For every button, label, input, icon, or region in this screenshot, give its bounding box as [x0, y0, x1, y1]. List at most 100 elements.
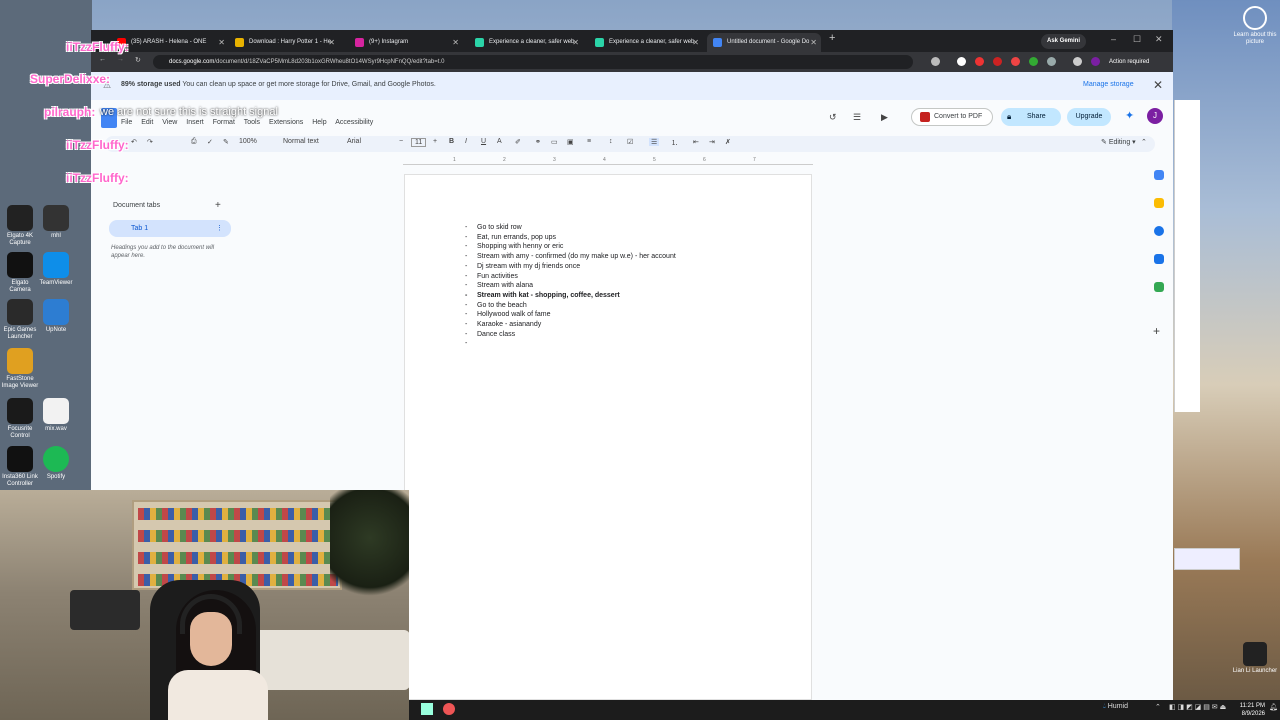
list-item[interactable]: Karaoke - asianandy — [465, 320, 676, 330]
manage-storage-link[interactable]: Manage storage — [1083, 81, 1134, 88]
zoom-select[interactable]: 100% — [239, 138, 257, 145]
menu-format[interactable]: Format — [213, 119, 235, 126]
learn-picture-icon[interactable]: Learn about this picture — [1230, 6, 1280, 46]
tab-1-item[interactable]: Tab 1 ⋮ — [109, 220, 231, 237]
elgato-4k-icon[interactable]: Elgato 4K Capture — [0, 205, 40, 247]
close-icon[interactable]: ✕ — [692, 33, 699, 52]
editing-mode-select[interactable]: ✎ Editing ▾ — [1101, 138, 1136, 146]
menu-tools[interactable]: Tools — [244, 119, 260, 126]
tray-icons[interactable]: ◧ ◨ ◩ ◪ ▤ ✉ ⏏ — [1169, 703, 1226, 711]
image-icon[interactable]: ▣ — [567, 138, 574, 146]
mhl-icon[interactable]: mhl — [36, 205, 76, 240]
upnote-icon[interactable]: UpNote — [36, 299, 76, 334]
minimize-button[interactable]: – — [1111, 34, 1116, 44]
list-item[interactable]: Go to the beach — [465, 301, 676, 311]
more-options-icon[interactable]: ⋮ — [216, 220, 223, 237]
tab-web-1[interactable]: Experience a cleaner, safer web ✕ — [469, 33, 583, 52]
add-addon-icon[interactable]: + — [1153, 324, 1160, 338]
extension-green-icon[interactable] — [1029, 57, 1038, 66]
close-icon[interactable]: ✕ — [810, 33, 817, 52]
spotify-icon[interactable]: Spotify — [36, 446, 76, 481]
tab-web-2[interactable]: Experience a cleaner, safer web ✕ — [589, 33, 703, 52]
increase-size-icon[interactable]: + — [433, 138, 437, 145]
keep-icon[interactable] — [1154, 198, 1164, 208]
menu-insert[interactable]: Insert — [186, 119, 204, 126]
list-item[interactable]: Eat, run errands, pop ups — [465, 233, 676, 243]
lian-li-icon[interactable]: Lian Li Launcher — [1230, 642, 1280, 675]
weather-widget[interactable]: 💧︎ Humid — [1103, 703, 1128, 711]
extension-record-icon[interactable] — [993, 57, 1002, 66]
tray-chevron-icon[interactable]: ⌃ — [1155, 703, 1161, 711]
bold-icon[interactable]: B — [449, 138, 454, 145]
document-page[interactable]: Go to skid row Eat, run errands, pop ups… — [404, 174, 812, 700]
avatar[interactable]: J — [1147, 108, 1163, 124]
increase-indent-icon[interactable]: ⇥ — [709, 138, 715, 146]
profile-icon[interactable] — [1091, 57, 1100, 66]
bullet-list-icon[interactable]: ☰ — [649, 138, 660, 146]
upgrade-button[interactable]: Upgrade — [1067, 108, 1111, 126]
close-icon[interactable]: ✕ — [218, 33, 225, 52]
italic-icon[interactable]: I — [465, 138, 467, 145]
elgato-camera-icon[interactable]: Elgato Camera — [0, 252, 40, 294]
new-tab-button[interactable]: + — [829, 32, 835, 44]
bookmark-icon[interactable] — [931, 57, 940, 66]
list-item[interactable]: Dj stream with my dj friends once — [465, 262, 676, 272]
wav-file-icon[interactable]: mix.wav — [36, 398, 76, 433]
decrease-indent-icon[interactable]: ⇤ — [693, 138, 699, 146]
focusrite-icon[interactable]: Focusrite Control — [0, 398, 40, 440]
clear-formatting-icon[interactable]: ✗ — [725, 138, 731, 146]
menu-extensions[interactable]: Extensions — [269, 119, 303, 126]
menu-help[interactable]: Help — [312, 119, 326, 126]
calendar-icon[interactable] — [1154, 170, 1164, 180]
font-size-input[interactable]: 11 — [411, 138, 427, 147]
close-icon[interactable]: ✕ — [1153, 78, 1163, 92]
history-icon[interactable]: ↺ — [829, 112, 837, 123]
ruler[interactable]: 1 2 3 4 5 6 7 — [403, 157, 813, 165]
notification-bell-icon[interactable]: 🔔︎ — [1269, 703, 1278, 711]
close-window-button[interactable]: ✕ — [1155, 34, 1163, 45]
tab-instagram[interactable]: (9+) Instagram ✕ — [349, 33, 463, 52]
list-item[interactable]: Fun activities — [465, 272, 676, 282]
comment-icon[interactable]: ☰ — [853, 112, 861, 123]
close-icon[interactable]: ✕ — [328, 33, 335, 52]
contacts-icon[interactable] — [1154, 254, 1164, 264]
paint-format-icon[interactable]: ✎ — [223, 138, 229, 146]
url-input[interactable]: docs.google.com/document/d/18ZVaCP5MmL8d… — [153, 55, 913, 69]
list-item[interactable]: Dance class — [465, 330, 676, 340]
add-comment-icon[interactable]: ▭ — [551, 138, 558, 146]
insta360-icon[interactable]: Insta360 Link Controller — [0, 446, 40, 488]
close-icon[interactable]: ✕ — [572, 33, 579, 52]
download-icon[interactable] — [1073, 57, 1082, 66]
menu-accessibility[interactable]: Accessibility — [335, 119, 373, 126]
line-spacing-icon[interactable]: ↕ — [609, 138, 613, 145]
font-select[interactable]: Arial — [347, 138, 361, 145]
list-item[interactable]: Stream with kat - shopping, coffee, dess… — [465, 291, 676, 301]
meet-icon[interactable]: ▶ — [881, 112, 888, 123]
extension-red-icon[interactable] — [975, 57, 984, 66]
chrome-taskbar-icon[interactable] — [443, 703, 455, 715]
numbered-list-icon[interactable]: ⒈ — [671, 138, 678, 148]
maximize-button[interactable]: ☐ — [1133, 34, 1141, 45]
list-item[interactable]: Stream with amy - confirmed (do my make … — [465, 252, 676, 262]
tab-google-docs[interactable]: Untitled document - Google Do ✕ — [707, 33, 821, 52]
action-required-button[interactable]: Action required — [1109, 55, 1149, 69]
extension-s-icon[interactable] — [957, 57, 966, 66]
decrease-size-icon[interactable]: − — [399, 138, 403, 145]
print-icon[interactable]: ⎙ — [191, 138, 197, 146]
list-item[interactable]: Go to skid row — [465, 223, 676, 233]
teamviewer-icon[interactable]: TeamViewer — [36, 252, 76, 287]
taskbar-app-icon[interactable] — [421, 703, 433, 715]
clock[interactable]: 11:21 PM 8/9/2026 — [1229, 702, 1265, 718]
close-icon[interactable]: ✕ — [452, 33, 459, 52]
add-tab-button[interactable]: + — [215, 200, 221, 211]
maps-icon[interactable] — [1154, 282, 1164, 292]
list-item[interactable]: Stream with alana — [465, 281, 676, 291]
faststone-icon[interactable]: FastStone Image Viewer — [0, 348, 40, 390]
style-select[interactable]: Normal text — [283, 138, 319, 145]
list-item[interactable]: Hollywood walk of fame — [465, 310, 676, 320]
collapse-icon[interactable]: ⌃ — [1141, 138, 1147, 146]
tab-download[interactable]: Download : Harry Potter 1 - He ✕ — [229, 33, 339, 52]
underline-icon[interactable]: U — [481, 138, 486, 145]
extensions-puzzle-icon[interactable] — [1047, 57, 1056, 66]
gemini-star-icon[interactable]: ✦ — [1125, 109, 1134, 122]
